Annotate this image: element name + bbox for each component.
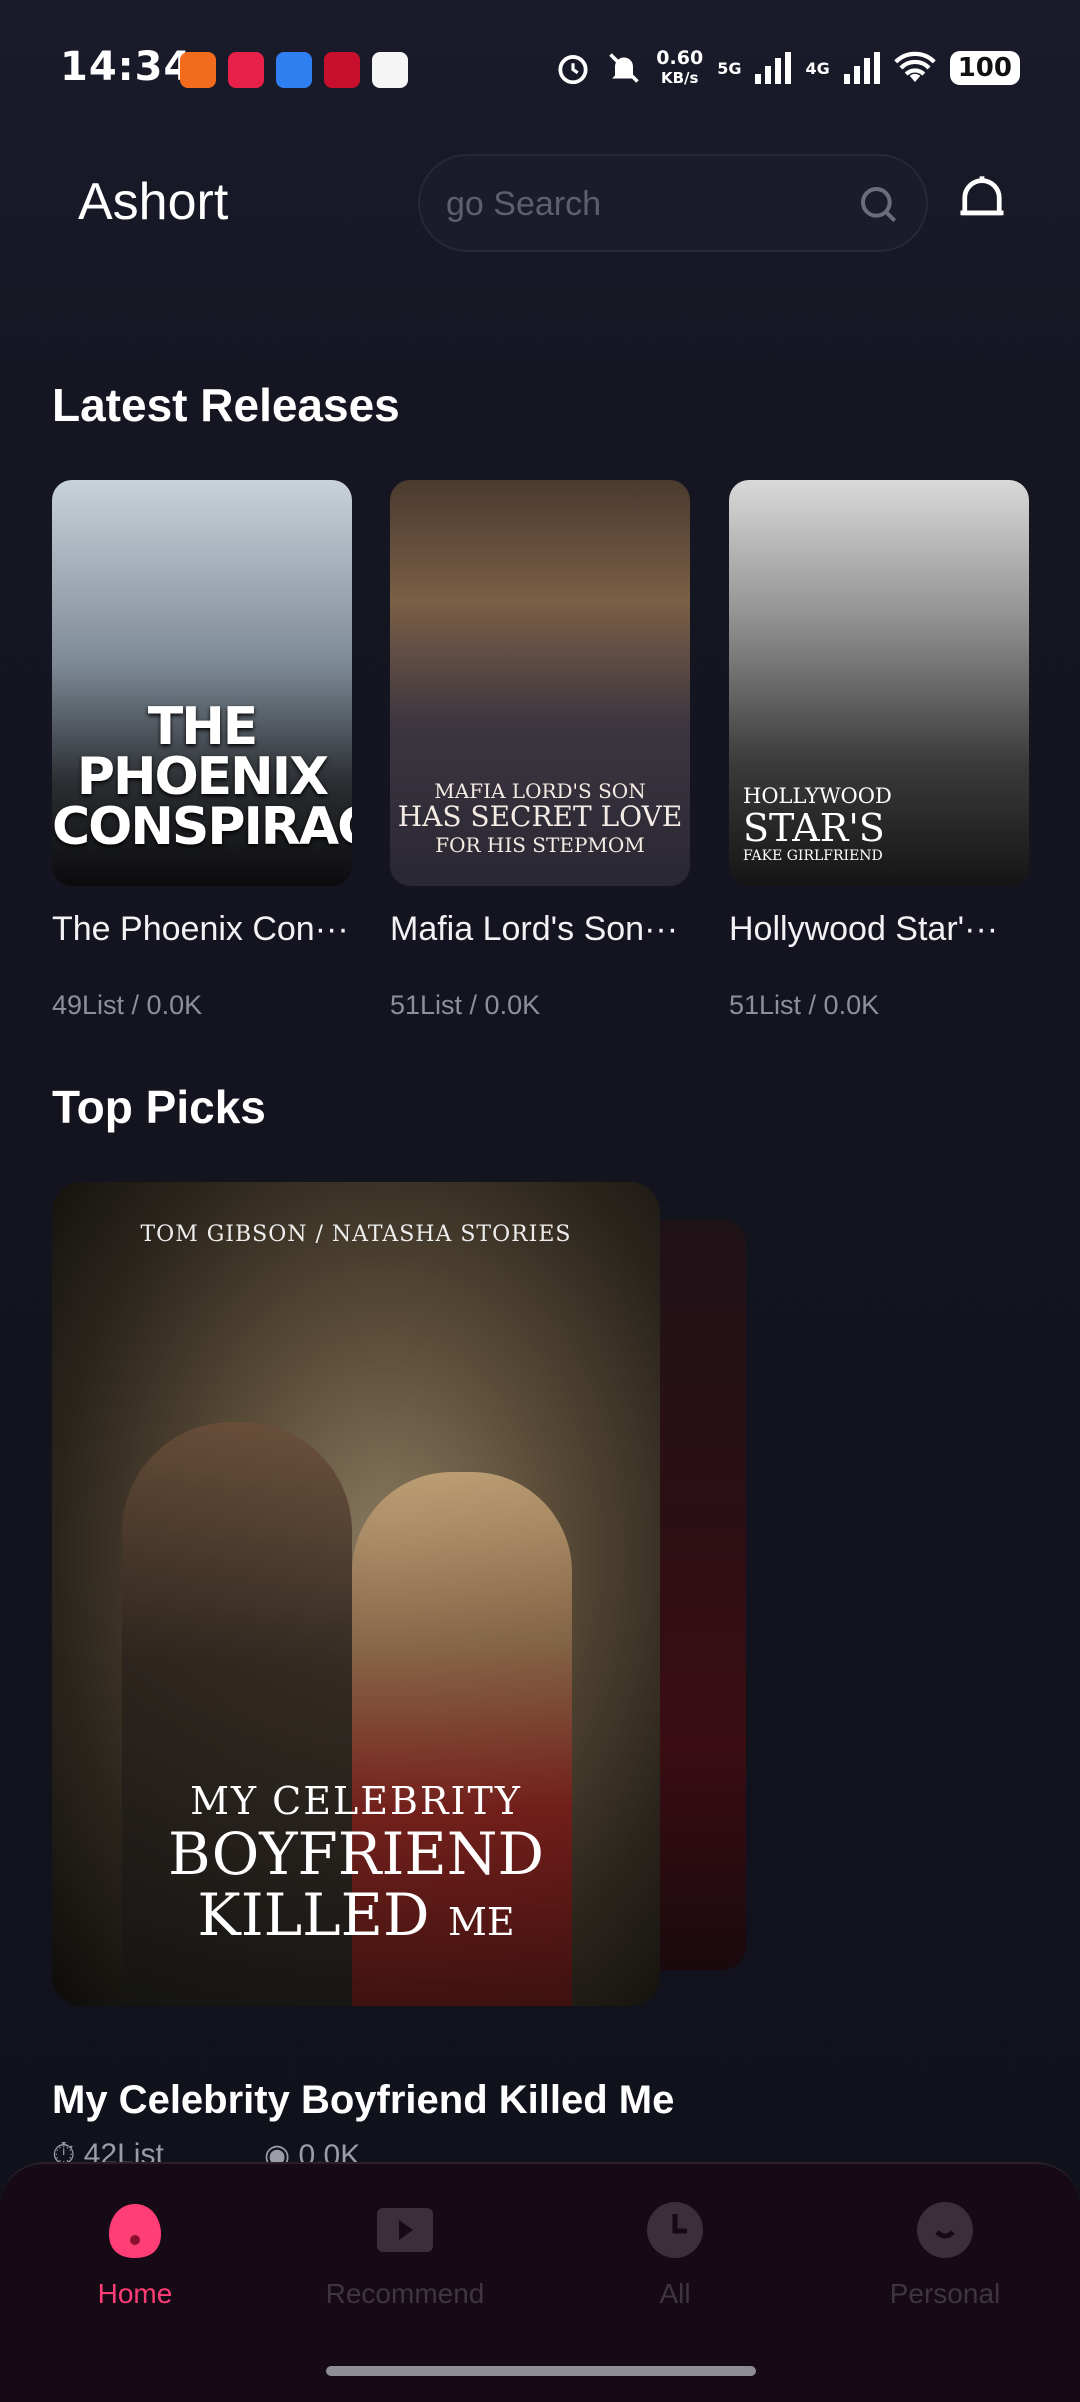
- movie-meta: 51List / 0.0K: [729, 990, 880, 1020]
- tab-label: All: [659, 2278, 691, 2309]
- poster-title: THE PHOENIX CONSPIRACY: [52, 697, 352, 857]
- top-picks-title: Top Picks: [52, 1081, 266, 1133]
- signal-4g-label: 4G: [805, 58, 830, 78]
- home-indicator[interactable]: [326, 2366, 756, 2376]
- poster-title: MAFIA LORD'S SON HAS SECRET LOVE FOR HIS…: [397, 779, 683, 857]
- mute-icon: [609, 53, 640, 83]
- app-notification-icon: [180, 52, 216, 88]
- poster-phoenix-conspiracy[interactable]: THE PHOENIX CONSPIRACY: [52, 480, 352, 886]
- tab-personal[interactable]: Personal: [845, 2200, 1045, 2310]
- movie-title[interactable]: Mafia Lord's Son···: [390, 910, 694, 949]
- status-time: 14:34: [60, 44, 193, 90]
- tab-label: Personal: [889, 2278, 1001, 2309]
- app-notification-icon: [228, 52, 264, 88]
- featured-title[interactable]: My Celebrity Boyfriend Killed Me: [52, 2078, 674, 2123]
- clock-icon: [647, 2202, 703, 2258]
- tab-home[interactable]: Home: [35, 2200, 235, 2310]
- signal-5g-label: 5G: [717, 58, 742, 78]
- movie-title[interactable]: The Phoenix Con···: [52, 910, 356, 949]
- poster-title: HOLLYWOOD STAR'S FAKE GIRLFRIEND: [743, 784, 892, 864]
- signal-bars-icon: [755, 52, 792, 84]
- map-notification-icon: [372, 52, 408, 88]
- bell-icon[interactable]: [956, 172, 1008, 228]
- app-notification-icon: [276, 52, 312, 88]
- tab-all[interactable]: All: [575, 2200, 775, 2310]
- poster-title: MY CELEBRITY BOYFRIEND KILLED ME: [168, 1779, 544, 1949]
- movie-title[interactable]: Hollywood Star'···: [729, 910, 1033, 949]
- poster-credits: TOM GIBSON / NATASHA STORIES: [140, 1222, 572, 1247]
- movie-meta: 51List / 0.0K: [390, 990, 541, 1020]
- poster-hollywood-star[interactable]: HOLLYWOOD STAR'S FAKE GIRLFRIEND: [729, 480, 1029, 886]
- tab-label: Home: [97, 2278, 173, 2309]
- featured-pick-card[interactable]: TOM GIBSON / NATASHA STORIES MY CELEBRIT…: [52, 1182, 660, 2006]
- person-icon: [917, 2202, 973, 2258]
- poster-mafia-lords-son[interactable]: MAFIA LORD'S SON HAS SECRET LOVE FOR HIS…: [390, 480, 690, 886]
- status-bar: 14:34 0.60 KB/s 5G 4G 100: [0, 0, 1080, 140]
- search-icon[interactable]: [858, 184, 898, 224]
- system-icons: 0.60 KB/s 5G 4G 100: [554, 48, 1020, 88]
- signal-bars-icon: [843, 52, 880, 84]
- search-input[interactable]: [444, 178, 828, 230]
- play-icon: [377, 2208, 433, 2252]
- app-title: Ashort: [78, 173, 229, 231]
- tab-recommend[interactable]: Recommend: [305, 2200, 505, 2310]
- battery-indicator: 100: [949, 51, 1020, 85]
- tab-label: Recommend: [325, 2278, 485, 2309]
- network-speed: 0.60 KB/s: [656, 47, 704, 87]
- app-notification-icon: [324, 52, 360, 88]
- movie-meta: 49List / 0.0K: [52, 990, 203, 1020]
- latest-releases-title: Latest Releases: [52, 379, 400, 431]
- home-icon: [109, 2204, 161, 2258]
- notification-icons: [180, 52, 408, 88]
- wifi-icon: [893, 51, 936, 82]
- search-bar[interactable]: [418, 154, 928, 252]
- alarm-icon: [558, 55, 588, 85]
